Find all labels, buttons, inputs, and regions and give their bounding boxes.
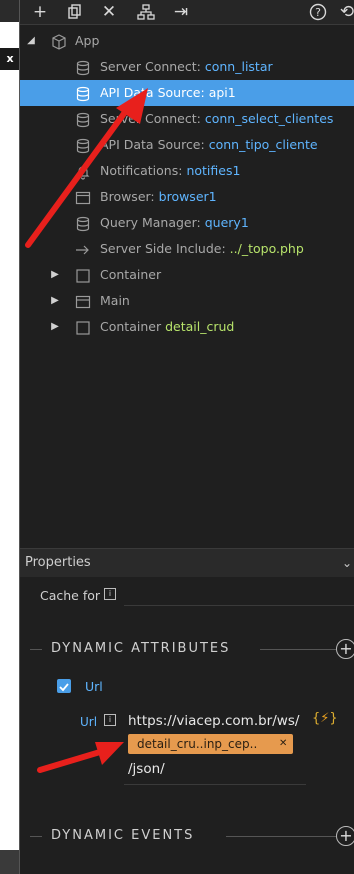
tree-item-value: conn_tipo_cliente [208, 137, 318, 152]
divider [226, 836, 336, 837]
tree-item-value: conn_listar [204, 59, 273, 74]
toolbar: + ✕ ⇥ ? ⟲ [20, 0, 354, 25]
browser-window-icon [75, 189, 91, 205]
square-icon [75, 319, 91, 335]
database-icon [75, 111, 91, 128]
binding-chip[interactable]: detail_cru..inp_cep.. ✕ [128, 734, 293, 754]
tree-item-label: App [75, 33, 100, 48]
url-checkbox[interactable] [57, 679, 71, 693]
bell-icon [75, 163, 91, 180]
tree-item-label: Browser: [100, 189, 155, 204]
tree-item-value: conn_select_clientes [204, 111, 334, 126]
tree-item-main[interactable]: ▶ Main [20, 288, 354, 314]
tree-item-api-data-source-selected[interactable]: API Data Source: api1 [20, 80, 354, 106]
url-field-label: Url [80, 715, 98, 729]
main-section-icon [75, 293, 91, 309]
properties-panel-header[interactable]: Properties ⌄ [20, 548, 354, 577]
binding-chip-text: detail_cru..inp_cep.. [137, 737, 258, 751]
tree-item-label: Server Connect: [100, 111, 201, 126]
svg-text:?: ? [315, 6, 321, 19]
database-icon [75, 137, 91, 154]
dynamic-attributes-title: DYNAMIC ATTRIBUTES [51, 641, 231, 656]
divider [30, 649, 42, 650]
tree-item-value: query1 [204, 215, 249, 230]
left-strip-top [0, 0, 20, 22]
tree-item-container-detail-crud[interactable]: ▶ Container detail_crud [20, 314, 354, 340]
tree-item-server-connect[interactable]: Server Connect: conn_select_clientes [20, 106, 354, 132]
delete-icon[interactable]: ✕ [95, 0, 123, 24]
tree-item-label: Container [100, 319, 162, 334]
close-tab-icon[interactable]: x [0, 48, 20, 70]
database-icon [75, 215, 91, 232]
info-icon[interactable]: i [104, 714, 116, 726]
tree-item-label: Server Side Include: [100, 241, 226, 256]
tree-item-server-connect[interactable]: Server Connect: conn_listar [20, 54, 354, 80]
tree-item-container[interactable]: ▶ Container [20, 262, 354, 288]
cube-icon [51, 33, 67, 50]
info-icon[interactable]: i [104, 588, 116, 600]
properties-title: Properties [25, 555, 91, 570]
tree-item-value: notifies1 [186, 163, 241, 178]
tree-item-api-data-source[interactable]: API Data Source: conn_tipo_cliente [20, 132, 354, 158]
collapse-caret-icon[interactable]: ◢ [26, 28, 36, 54]
copy-icon[interactable] [61, 0, 89, 24]
tree-item-value: api1 [208, 85, 236, 100]
properties-panel: Cache for i DYNAMIC ATTRIBUTES + Url Url… [20, 577, 354, 874]
tree-item-label: Query Manager: [100, 215, 201, 230]
hierarchy-icon[interactable] [132, 0, 160, 24]
tree-item-server-side-include[interactable]: Server Side Include: ../_topo.php [20, 236, 354, 262]
tree-item-label: API Data Source: [100, 85, 205, 100]
tree-item-label: Container [100, 267, 162, 282]
square-icon [75, 267, 91, 283]
close-icon[interactable]: ✕ [279, 734, 287, 754]
url-suffix-text[interactable]: /json/ [128, 761, 165, 777]
tree-item-label: Notifications: [100, 163, 183, 178]
expand-caret-icon[interactable]: ▶ [50, 262, 60, 288]
add-event-icon[interactable]: + [336, 826, 354, 846]
refresh-icon[interactable]: ⟲ [333, 0, 354, 24]
tree-item-value: ../_topo.php [229, 241, 304, 256]
divider [30, 836, 42, 837]
expand-caret-icon[interactable]: ▶ [50, 288, 60, 314]
tree-root-app[interactable]: ◢ App [20, 28, 354, 54]
move-out-icon[interactable]: ⇥ [167, 0, 195, 24]
arrow-right-icon [75, 241, 91, 257]
tree-item-value: detail_crud [165, 319, 235, 334]
tree-item-query-manager[interactable]: Query Manager: query1 [20, 210, 354, 236]
divider [260, 649, 336, 650]
chevron-down-icon[interactable]: ⌄ [342, 549, 352, 577]
expand-caret-icon[interactable]: ▶ [50, 314, 60, 340]
tree-item-notifications[interactable]: Notifications: notifies1 [20, 158, 354, 184]
dynamic-events-title: DYNAMIC EVENTS [51, 828, 195, 843]
tree-item-label: Main [100, 293, 130, 308]
dynamic-data-picker-icon[interactable]: {⚡} [312, 711, 338, 726]
tree-item-label: Server Connect: [100, 59, 201, 74]
database-icon [75, 85, 91, 102]
add-attribute-icon[interactable]: + [336, 639, 354, 659]
left-strip-bottom [0, 850, 20, 874]
cache-for-input[interactable] [124, 605, 354, 606]
tree-item-browser[interactable]: Browser: browser1 [20, 184, 354, 210]
url-prefix-text[interactable]: https://viacep.com.br/ws/ [128, 713, 299, 729]
left-panel-strip: x [0, 0, 20, 874]
add-icon[interactable]: + [26, 0, 54, 24]
cache-for-label: Cache for [40, 588, 101, 603]
url-checkbox-label: Url [85, 679, 103, 694]
tree-item-label: API Data Source: [100, 137, 205, 152]
help-icon[interactable]: ? [304, 0, 332, 24]
tree-item-value: browser1 [158, 189, 217, 204]
database-icon [75, 59, 91, 76]
url-input-underline [124, 784, 306, 785]
